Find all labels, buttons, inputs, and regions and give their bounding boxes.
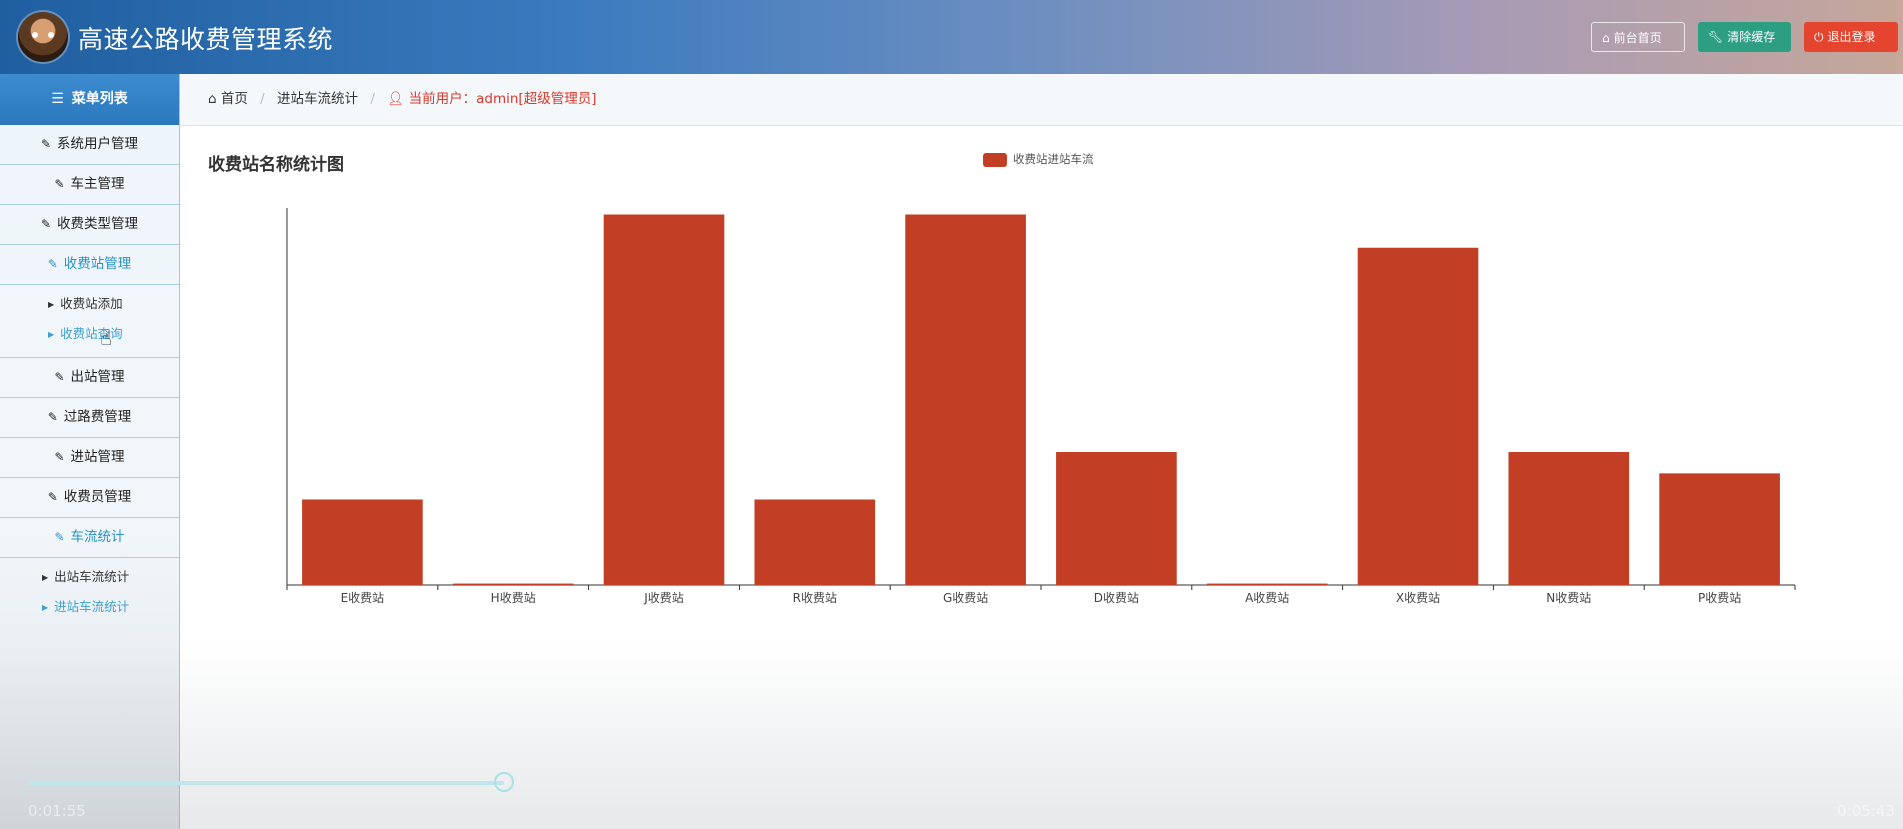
video-progress-handle[interactable]: [494, 772, 514, 792]
video-progress-bar[interactable]: [28, 781, 504, 785]
mouse-pointer-icon: ☝: [100, 326, 113, 350]
x-tick-label: E收费站: [341, 591, 385, 605]
x-tick-label: J收费站: [643, 591, 684, 605]
chart-bar[interactable]: [754, 499, 876, 586]
x-tick-label: R收费站: [793, 591, 837, 605]
x-tick-label: P收费站: [1698, 591, 1741, 605]
x-tick-label: H收费站: [491, 591, 536, 605]
x-tick-label: A收费站: [1245, 591, 1289, 605]
chart-bar[interactable]: [1206, 583, 1328, 585]
total-time: 0:05:43: [1837, 802, 1895, 820]
x-tick-label: D收费站: [1094, 591, 1139, 605]
elapsed-time: 0:01:55: [28, 802, 86, 820]
chart-bar[interactable]: [1056, 452, 1177, 585]
chart-bar[interactable]: [1357, 247, 1479, 585]
x-tick-label: X收费站: [1396, 591, 1440, 605]
chart-bar[interactable]: [452, 583, 574, 585]
chart-bar[interactable]: [603, 214, 725, 586]
chart-bar[interactable]: [1659, 473, 1780, 585]
chart-bar[interactable]: [905, 214, 1026, 586]
chart-bar[interactable]: [302, 499, 423, 586]
x-tick-label: G收费站: [943, 591, 988, 605]
x-tick-label: N收费站: [1546, 591, 1591, 605]
bar-chart: E收费站 H收费站 J收费站 R收费站 G收费站 D收费站 A收费站 X收费站 N收费站 P收费站: [286, 208, 1796, 605]
chart-bar[interactable]: [1508, 452, 1630, 585]
